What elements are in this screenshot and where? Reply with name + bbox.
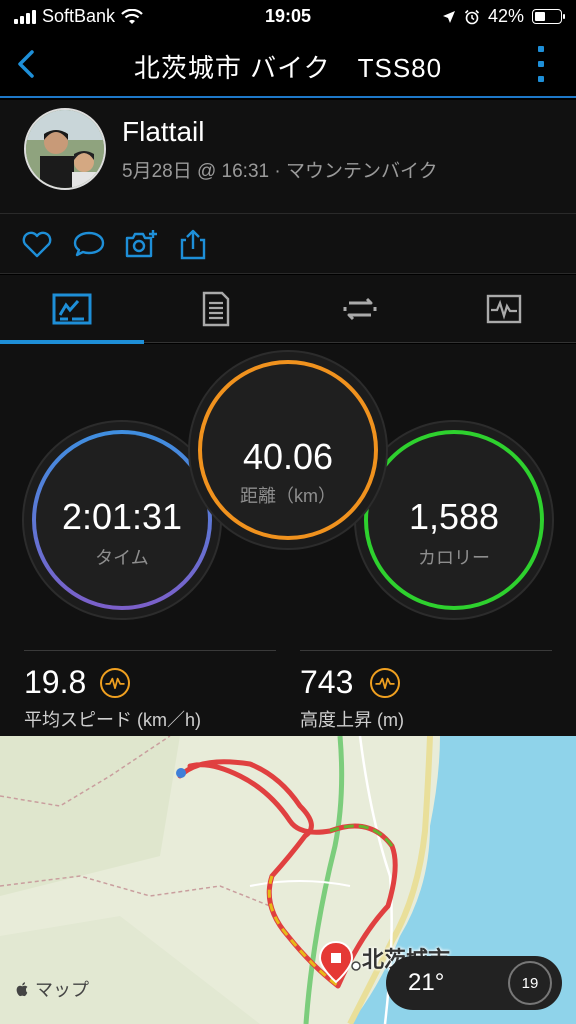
- details-tab-icon: [202, 291, 230, 327]
- apple-logo-icon: [16, 982, 28, 997]
- temperature: 21°: [408, 969, 445, 996]
- laps-tab-icon: [343, 297, 377, 321]
- status-right: 42%: [442, 6, 565, 27]
- distance-ring: 40.06 距離（km）: [190, 352, 386, 548]
- share-icon[interactable]: [176, 228, 210, 260]
- divider: [300, 650, 552, 651]
- avatar[interactable]: [24, 108, 106, 190]
- tab-bar: [0, 275, 576, 344]
- tab-stats[interactable]: [0, 275, 144, 344]
- avatar-photo: [26, 110, 104, 188]
- performance-icon[interactable]: [100, 668, 130, 698]
- elevation-value: 743: [300, 664, 354, 700]
- performance-icon[interactable]: [370, 668, 400, 698]
- stats-area: 2:01:31 タイム 1,588 カロリー 40.06 距離（km） 19.8…: [0, 344, 576, 736]
- activity-header: Flattail 5月28日 @ 16:31 · マウンテンバイク: [0, 100, 576, 214]
- comment-icon[interactable]: [72, 228, 106, 260]
- status-bar: SoftBank 19:05 42%: [0, 0, 576, 32]
- user-name[interactable]: Flattail: [122, 116, 204, 148]
- avg-speed-value: 19.8: [24, 664, 87, 700]
- route-map[interactable]: マップ 北茨城市 21° 19: [0, 736, 576, 1024]
- avg-speed-label: 平均スピード (km／h): [24, 710, 201, 730]
- tab-laps[interactable]: [288, 275, 432, 343]
- divider: [24, 650, 276, 651]
- distance-label: 距離（km）: [240, 486, 336, 506]
- map-brand-label: マップ: [35, 980, 90, 1000]
- tab-charts[interactable]: [432, 275, 576, 343]
- back-button[interactable]: [6, 42, 46, 86]
- more-dot: [538, 61, 544, 67]
- location-icon: [442, 10, 455, 23]
- activity-meta: 5月28日 @ 16:31 · マウンテンバイク: [122, 161, 438, 182]
- calories-label: カロリー: [418, 548, 490, 568]
- weather-widget[interactable]: 21° 19: [386, 956, 562, 1010]
- charts-tab-icon: [486, 294, 522, 324]
- map-attribution[interactable]: マップ: [16, 976, 89, 1002]
- nav-bar: 北茨城市 バイク TSS80: [0, 32, 576, 98]
- stats-tab-icon: [52, 293, 92, 325]
- battery-icon: [532, 9, 565, 24]
- add-photo-icon[interactable]: [124, 228, 158, 260]
- time-label: タイム: [95, 548, 149, 568]
- more-options-button[interactable]: [536, 46, 546, 82]
- more-dot: [538, 46, 544, 52]
- chevron-left-icon: [18, 50, 34, 78]
- like-icon[interactable]: [20, 228, 54, 260]
- tab-details[interactable]: [144, 275, 288, 343]
- action-row: [0, 214, 576, 274]
- battery-percent: 42%: [487, 6, 524, 26]
- distance-value: 40.06: [242, 436, 334, 477]
- more-dot: [538, 76, 544, 82]
- elevation-label: 高度上昇 (m): [300, 710, 404, 730]
- alarm-icon: [464, 9, 480, 24]
- activity-title: 北茨城市 バイク TSS80: [133, 53, 443, 83]
- wind-speed: 19: [508, 961, 552, 1005]
